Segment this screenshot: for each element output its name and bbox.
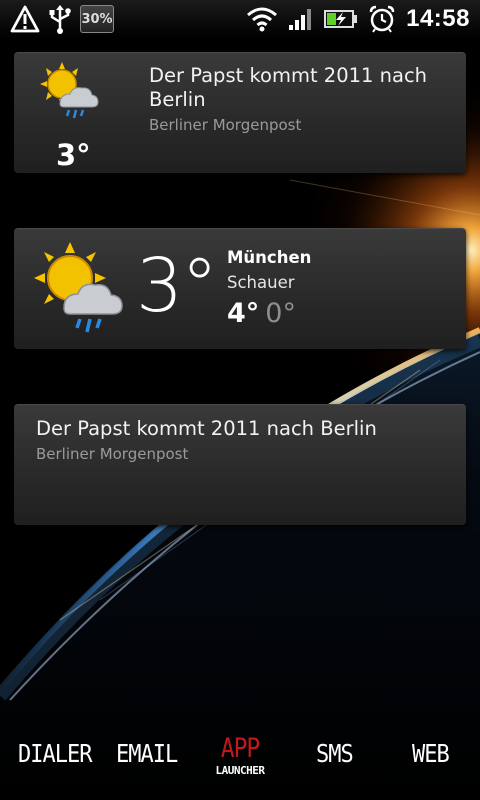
app-launcher-sublabel: LAUNCHER [215,764,265,777]
news-widget-with-weather[interactable]: 3° Der Papst kommt 2011 nach Berlin Berl… [14,52,466,173]
sms-button[interactable]: SMS [316,740,354,769]
news-source: Berliner Morgenpost [149,116,302,134]
wifi-icon [246,6,278,32]
app-dock: DIALER EMAIL APP LAUNCHER SMS WEB [0,728,480,800]
status-clock: 14:58 [406,5,470,32]
app-launcher-button[interactable]: APP LAUNCHER [210,734,270,777]
city-name: München [227,248,312,267]
high-temperature: 4° [227,298,260,329]
battery-percent-box: 30% [80,5,114,33]
high-low-temperature: 4° 0° [227,298,296,329]
warning-icon [10,5,40,33]
email-button[interactable]: EMAIL [116,740,178,769]
usb-icon [48,4,72,34]
app-launcher-label: APP [220,734,261,764]
news-headline[interactable]: Der Papst kommt 2011 nach Berlin [149,64,449,112]
signal-icon [288,7,314,31]
weather-condition: Schauer [227,273,295,292]
mini-weather[interactable]: 3° [36,60,116,172]
current-temperature: 3° [136,243,218,329]
weather-widget[interactable]: 3° München Schauer 4° 0° [14,228,466,349]
mini-temperature: 3° [56,138,91,172]
sun-cloud-rain-icon [32,238,128,342]
status-bar[interactable]: 30% 14:58 [0,0,480,38]
battery-charging-icon [324,9,358,29]
web-button[interactable]: WEB [412,740,450,769]
dialer-button[interactable]: DIALER [18,740,92,769]
news-headline[interactable]: Der Papst kommt 2011 nach Berlin [36,416,456,442]
news-widget[interactable]: Der Papst kommt 2011 nach Berlin Berline… [14,404,466,525]
news-source: Berliner Morgenpost [36,445,189,463]
alarm-clock-icon [368,5,396,33]
low-temperature: 0° [265,298,296,329]
